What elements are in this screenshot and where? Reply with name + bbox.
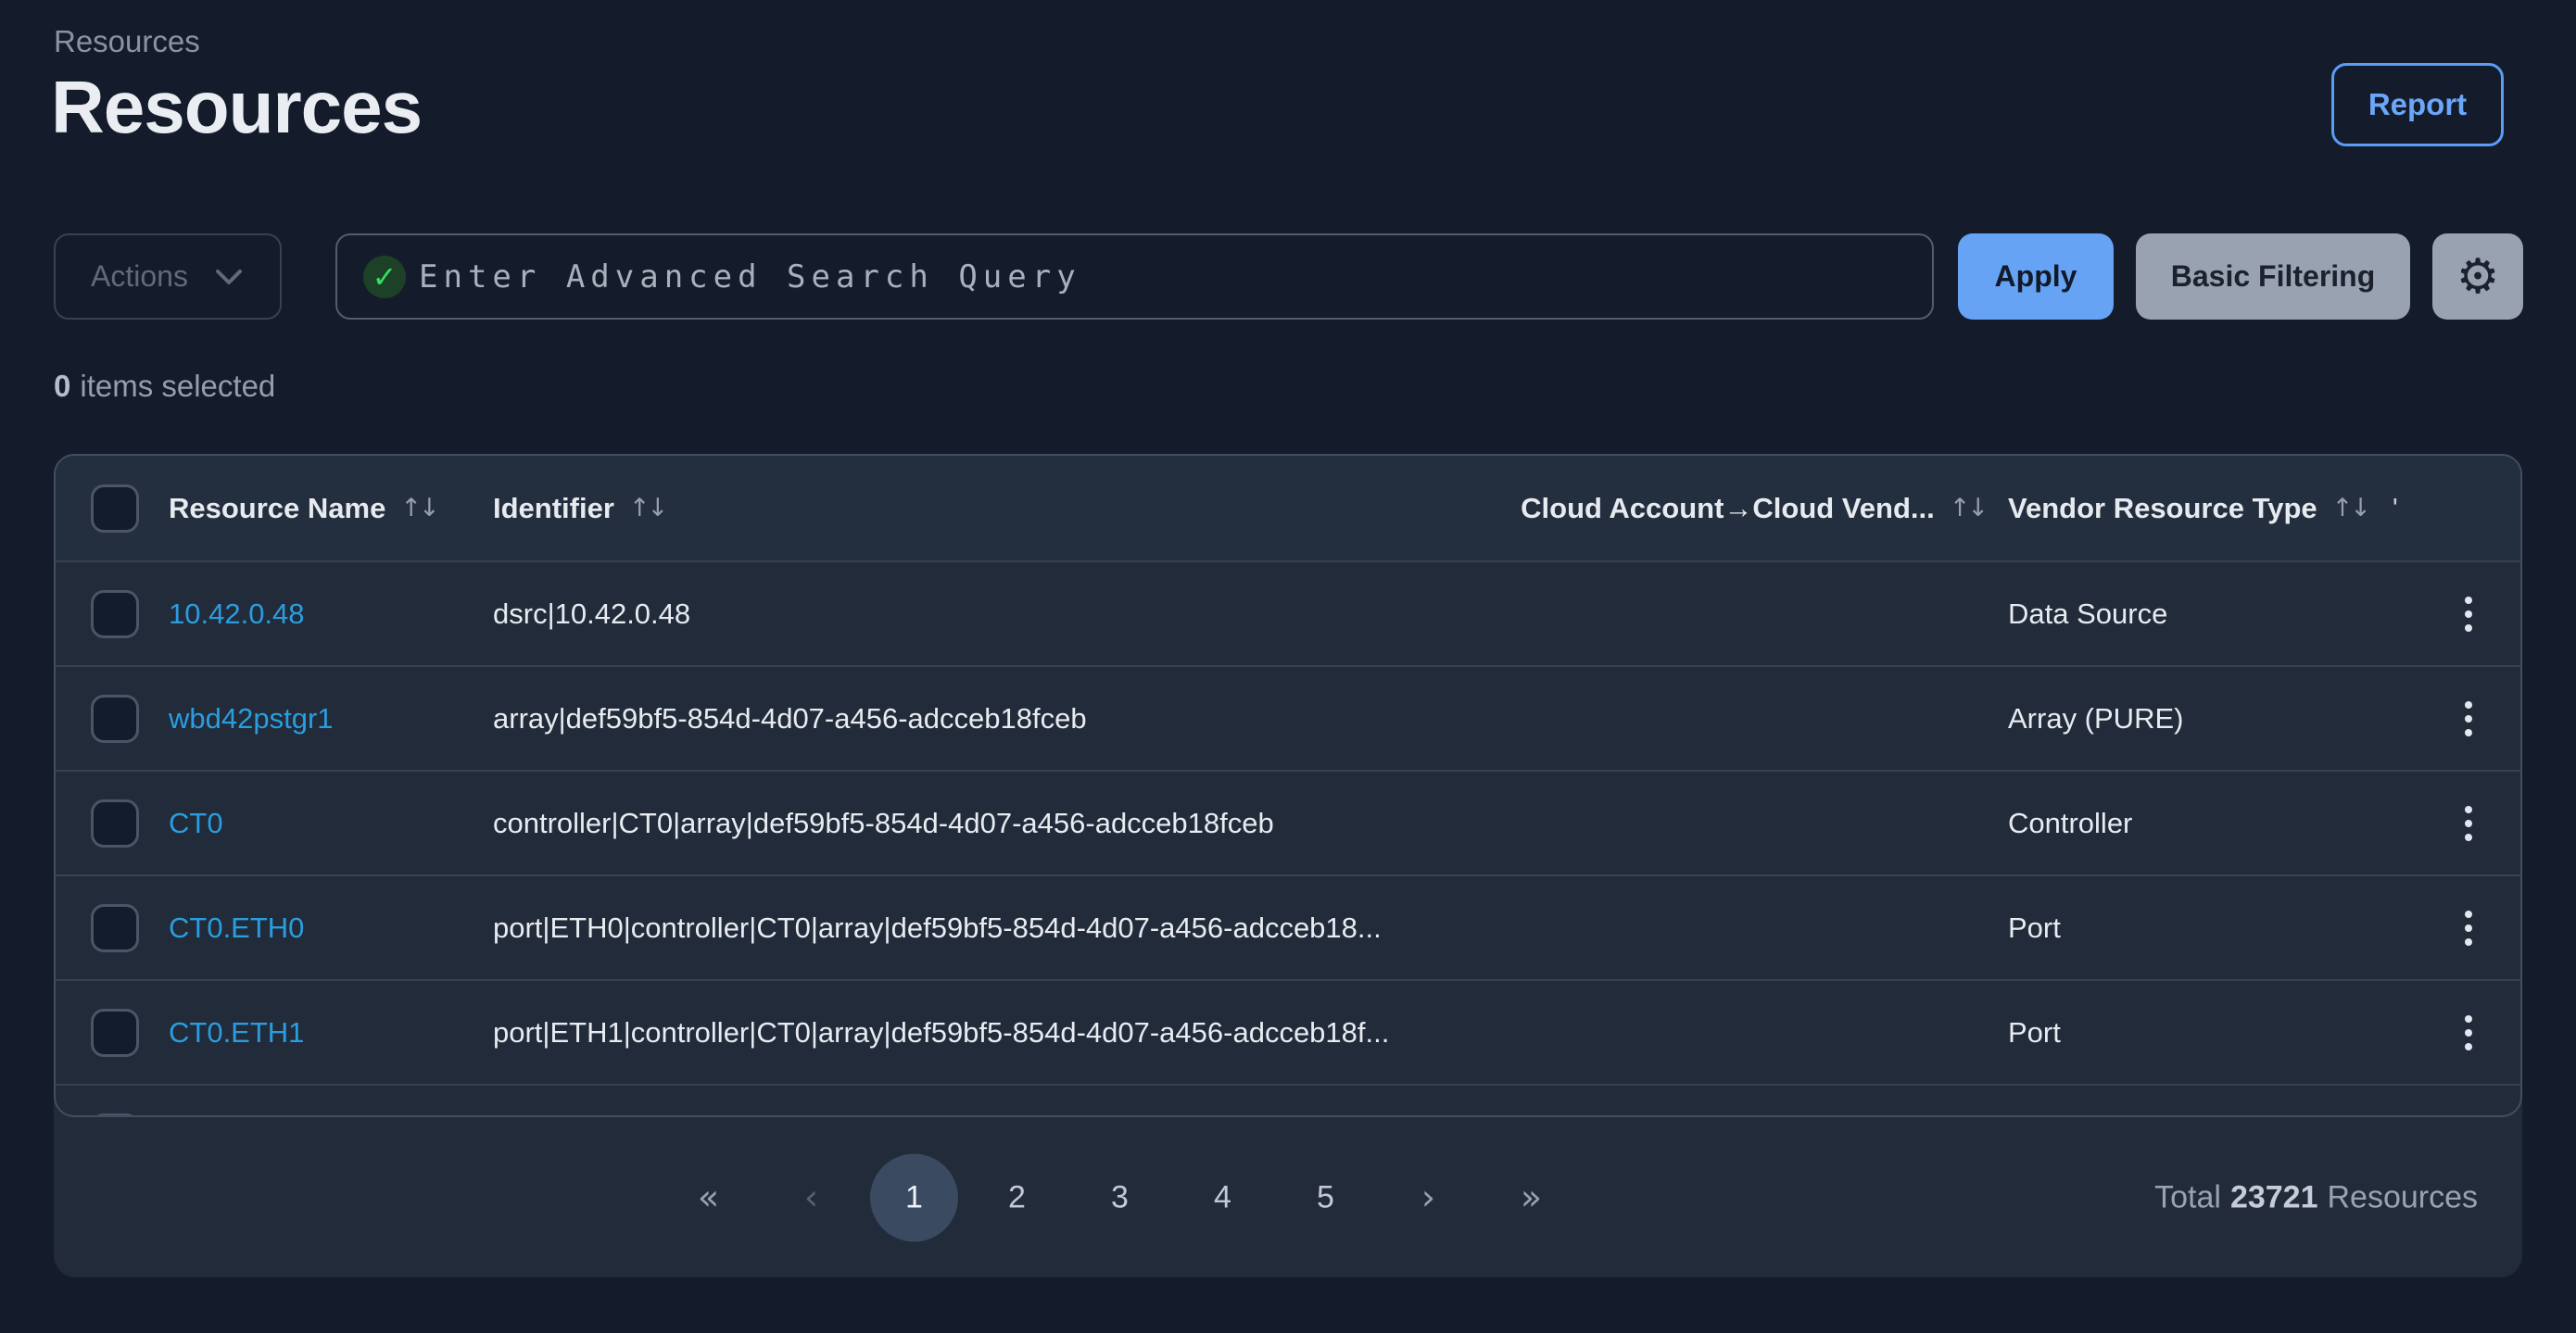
query-valid-check-icon: ✓ <box>363 256 406 298</box>
truncated-column-mark: ' <box>2393 492 2398 525</box>
resources-card: Resource Name ↑↓ Identifier ↑↓ Cloud Acc… <box>54 454 2522 1277</box>
pagination-page-3[interactable]: 3 <box>1076 1153 1164 1241</box>
chevron-down-icon <box>215 269 243 285</box>
row-checkbox[interactable] <box>91 799 139 848</box>
resource-name-link[interactable]: CT0.ETH1 <box>169 1016 493 1050</box>
column-header-identifier[interactable]: Identifier <box>493 492 614 525</box>
row-checkbox[interactable] <box>91 695 139 743</box>
pagination-page-4[interactable]: 4 <box>1179 1153 1267 1241</box>
identifier-cell: dsrc|10.42.0.48 <box>493 597 2008 631</box>
row-checkbox[interactable] <box>91 590 139 638</box>
table-row: CT0.ETH1 port|ETH1|controller|CT0|array|… <box>56 979 2520 1084</box>
selected-count: 0 <box>54 369 70 403</box>
total-count: 23721 <box>2230 1179 2318 1214</box>
sort-icon-resource-name[interactable]: ↑↓ <box>400 494 436 522</box>
identifier-cell: controller|CT0|array|def59bf5-854d-4d07-… <box>493 807 2008 840</box>
row-checkbox[interactable] <box>91 1009 139 1057</box>
total-resources: Total 23721 Resources <box>2154 1179 2478 1215</box>
row-actions-kebab-icon[interactable] <box>2465 911 2472 946</box>
apply-button[interactable]: Apply <box>1958 233 2114 320</box>
resource-name-link[interactable]: 10.42.0.48 <box>169 597 493 631</box>
pagination-prev-button[interactable]: ‹ <box>767 1153 855 1241</box>
table-row: CT0 controller|CT0|array|def59bf5-854d-4… <box>56 770 2520 874</box>
pagination: « ‹ 1 2 3 4 5 › » <box>664 1153 1590 1241</box>
selected-label: items selected <box>80 369 275 403</box>
resource-name-link[interactable]: CT0 <box>169 807 493 840</box>
pagination-page-5[interactable]: 5 <box>1282 1153 1370 1241</box>
identifier-cell: array|def59bf5-854d-4d07-a456-adcceb18fc… <box>493 702 2008 736</box>
pagination-first-button[interactable]: « <box>664 1153 752 1241</box>
table-header-row: Resource Name ↑↓ Identifier ↑↓ Cloud Acc… <box>56 456 2520 560</box>
actions-dropdown-label: Actions <box>91 259 188 294</box>
gear-icon: ⚙ <box>2456 253 2500 301</box>
pagination-last-button[interactable]: » <box>1487 1153 1575 1241</box>
table-row: wbd42pstgr1 array|def59bf5-854d-4d07-a45… <box>56 665 2520 770</box>
pagination-next-button[interactable]: › <box>1384 1153 1472 1241</box>
sort-icon-cloud-account[interactable]: ↑↓ <box>1950 494 1986 522</box>
column-header-vendor-resource-type[interactable]: Vendor Resource Type <box>2008 492 2317 525</box>
table-footer: « ‹ 1 2 3 4 5 › » Total 23721 Resources <box>54 1117 2522 1277</box>
row-actions-kebab-icon[interactable] <box>2465 806 2472 841</box>
vendor-type-cell: Array (PURE) <box>2008 702 2413 736</box>
sort-icon-vendor-resource-type[interactable]: ↑↓ <box>2332 494 2368 522</box>
sort-icon-identifier[interactable]: ↑↓ <box>629 494 665 522</box>
settings-button[interactable]: ⚙ <box>2432 233 2523 320</box>
actions-dropdown[interactable]: Actions <box>54 233 282 320</box>
resource-name-link[interactable]: wbd42pstgr1 <box>169 702 493 736</box>
select-all-checkbox[interactable] <box>91 484 139 533</box>
vendor-type-cell: Port <box>2008 912 2413 945</box>
search-placeholder: Enter Advanced Search Query <box>419 258 1081 296</box>
total-prefix: Total <box>2154 1179 2221 1214</box>
row-actions-kebab-icon[interactable] <box>2465 597 2472 632</box>
total-suffix: Resources <box>2327 1179 2478 1214</box>
column-header-cloud-account[interactable]: Cloud Account→Cloud Vend... <box>1521 492 1935 525</box>
row-actions-kebab-icon[interactable] <box>2465 1015 2472 1050</box>
table-row: 10.42.0.48 dsrc|10.42.0.48 Data Source <box>56 560 2520 665</box>
column-header-resource-name[interactable]: Resource Name <box>169 492 385 525</box>
basic-filtering-button[interactable]: Basic Filtering <box>2136 233 2410 320</box>
report-button[interactable]: Report <box>2331 63 2504 146</box>
vendor-type-cell: Data Source <box>2008 597 2413 631</box>
row-actions-kebab-icon[interactable] <box>2465 701 2472 736</box>
selection-summary: 0 items selected <box>54 369 275 404</box>
breadcrumb: Resources <box>54 24 200 59</box>
toolbar: Actions ✓ Enter Advanced Search Query Ap… <box>54 233 2523 320</box>
page-title: Resources <box>51 65 422 150</box>
pagination-page-2[interactable]: 2 <box>973 1153 1061 1241</box>
advanced-search-input[interactable]: ✓ Enter Advanced Search Query <box>335 233 1934 320</box>
table-row: CT0.ETH0 port|ETH0|controller|CT0|array|… <box>56 874 2520 979</box>
resource-name-link[interactable]: CT0.ETH0 <box>169 912 493 945</box>
table-row-partial <box>56 1084 2520 1117</box>
identifier-cell: port|ETH0|controller|CT0|array|def59bf5-… <box>493 912 2008 945</box>
identifier-cell: port|ETH1|controller|CT0|array|def59bf5-… <box>493 1016 2008 1050</box>
vendor-type-cell: Port <box>2008 1016 2413 1050</box>
row-checkbox[interactable] <box>91 904 139 952</box>
resources-table: Resource Name ↑↓ Identifier ↑↓ Cloud Acc… <box>54 454 2522 1117</box>
vendor-type-cell: Controller <box>2008 807 2413 840</box>
pagination-page-1[interactable]: 1 <box>870 1153 958 1241</box>
